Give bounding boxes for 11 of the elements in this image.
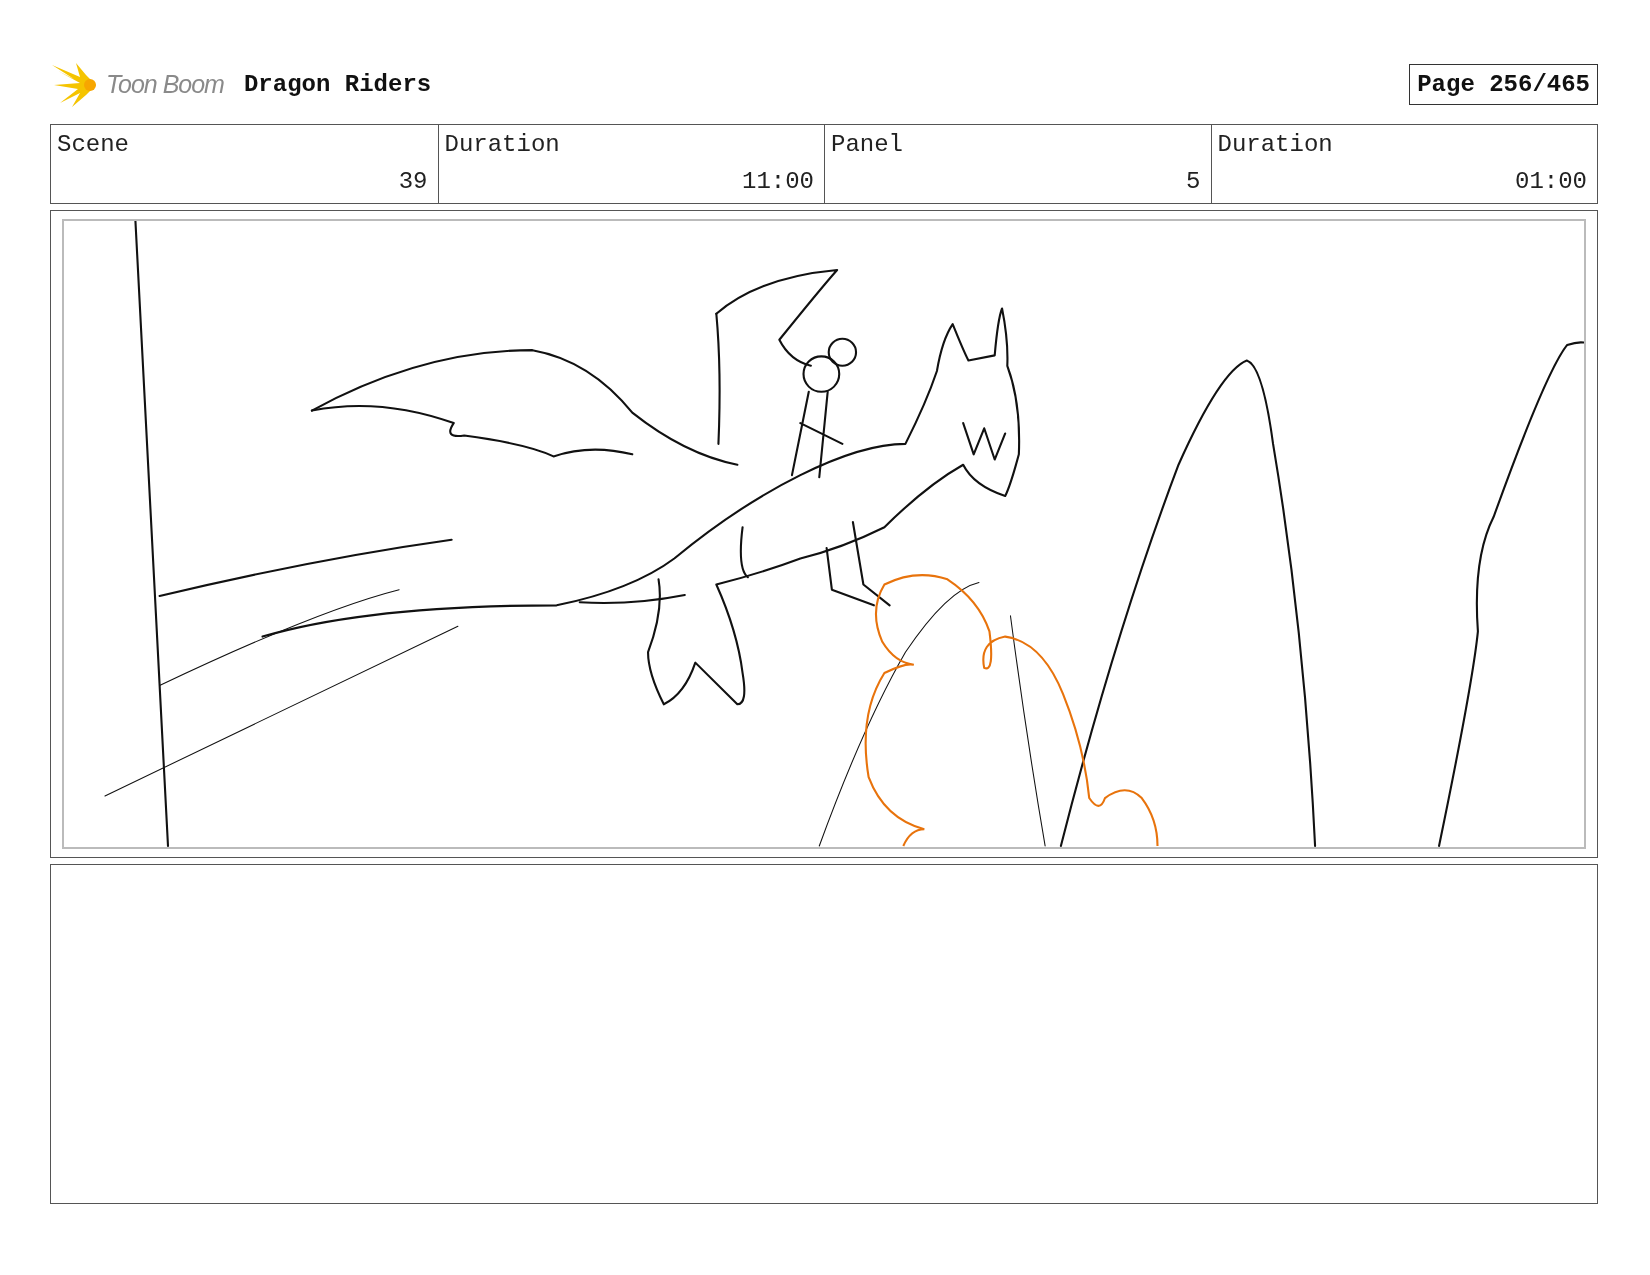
page-number: Page 256/465 [1409,63,1598,105]
field-value: 11:00 [742,168,814,195]
board-title: Dragon Riders [243,70,432,98]
field-label: Duration [1217,131,1333,158]
field-label: Duration [444,131,560,158]
logo-text: Toon Boom [106,69,224,99]
field-label: Panel [831,131,903,158]
field-value: 5 [1186,168,1201,195]
field-value: 01:00 [1515,168,1587,195]
field-label: Scene [57,131,129,158]
field-value: 39 [398,168,428,195]
